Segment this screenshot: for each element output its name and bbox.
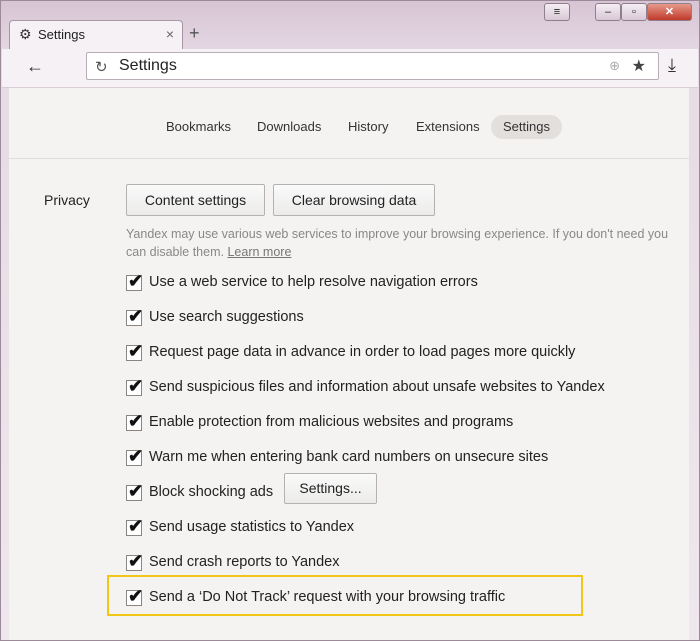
option-label: Request page data in advance in order to… bbox=[149, 344, 576, 360]
new-tab-button[interactable]: + bbox=[189, 23, 200, 44]
toolbar: ← ↻ Settings ⊕ ★ ⤓ bbox=[2, 49, 698, 88]
checkbox[interactable]: ✔ bbox=[126, 271, 143, 291]
option-label: Send crash reports to Yandex bbox=[149, 554, 340, 570]
checkmark-icon: ✔ bbox=[128, 411, 144, 431]
privacy-note-text: Yandex may use various web services to i… bbox=[126, 227, 669, 259]
menu-button[interactable]: ≡ bbox=[544, 3, 570, 21]
clear-browsing-data-button[interactable]: Clear browsing data bbox=[273, 184, 435, 216]
tab-settings[interactable]: ⚙ Settings × bbox=[9, 20, 183, 49]
checkbox[interactable]: ✔ bbox=[126, 516, 143, 536]
download-icon[interactable]: ⤓ bbox=[668, 55, 676, 76]
gear-icon: ⚙ bbox=[19, 26, 32, 42]
checkmark-icon: ✔ bbox=[128, 481, 144, 501]
do-not-track-highlight bbox=[107, 575, 583, 616]
checkmark-icon: ✔ bbox=[128, 551, 144, 571]
globe-icon[interactable]: ⊕ bbox=[609, 58, 620, 74]
checkmark-icon: ✔ bbox=[128, 271, 144, 291]
checkmark-icon: ✔ bbox=[128, 376, 144, 396]
checkbox[interactable]: ✔ bbox=[126, 306, 143, 326]
star-icon[interactable]: ★ bbox=[632, 56, 646, 76]
nav-extensions[interactable]: Extensions bbox=[404, 115, 492, 139]
checkmark-icon: ✔ bbox=[128, 341, 144, 361]
shocking-ads-settings-button[interactable]: Settings... bbox=[284, 473, 377, 504]
minimize-icon: – bbox=[604, 6, 612, 18]
option-label: Block shocking ads bbox=[149, 484, 274, 500]
privacy-note: Yandex may use various web services to i… bbox=[126, 225, 671, 261]
reload-icon[interactable]: ↻ bbox=[95, 58, 108, 76]
checkbox[interactable]: ✔ bbox=[126, 341, 143, 361]
tab-title: Settings bbox=[38, 27, 85, 42]
option-label: Use a web service to help resolve naviga… bbox=[149, 274, 478, 290]
address-bar[interactable]: ↻ Settings ⊕ ★ bbox=[86, 52, 659, 80]
content-settings-button[interactable]: Content settings bbox=[126, 184, 265, 216]
checkmark-icon: ✔ bbox=[128, 446, 144, 466]
close-tab-icon[interactable]: × bbox=[166, 26, 174, 42]
browser-window: ⚙ Settings × + ≡ – ▫ ✕ ← ↻ Settings ⊕ ★ … bbox=[0, 0, 700, 641]
checkbox[interactable]: ✔ bbox=[126, 446, 143, 466]
nav-bookmarks[interactable]: Bookmarks bbox=[154, 115, 243, 139]
close-window-button[interactable]: ✕ bbox=[647, 3, 692, 21]
privacy-label: Privacy bbox=[44, 192, 90, 208]
learn-more-link[interactable]: Learn more bbox=[227, 245, 291, 259]
option-label: Enable protection from malicious website… bbox=[149, 414, 514, 430]
checkmark-icon: ✔ bbox=[128, 516, 144, 536]
restore-button[interactable]: ▫ bbox=[621, 3, 647, 21]
restore-icon: ▫ bbox=[632, 6, 636, 18]
option-label: Send usage statistics to Yandex bbox=[149, 519, 355, 535]
option-label: Use search suggestions bbox=[149, 309, 304, 325]
settings-nav: Bookmarks Downloads History Extensions S… bbox=[9, 88, 689, 159]
nav-settings[interactable]: Settings bbox=[491, 115, 562, 139]
checkbox[interactable]: ✔ bbox=[126, 481, 143, 501]
checkbox[interactable]: ✔ bbox=[126, 411, 143, 431]
checkmark-icon: ✔ bbox=[128, 306, 144, 326]
address-text[interactable]: Settings bbox=[119, 57, 177, 75]
option-label: Warn me when entering bank card numbers … bbox=[149, 449, 549, 465]
nav-downloads[interactable]: Downloads bbox=[245, 115, 333, 139]
menu-icon: ≡ bbox=[553, 6, 561, 18]
checkbox[interactable]: ✔ bbox=[126, 376, 143, 396]
nav-history[interactable]: History bbox=[336, 115, 400, 139]
option-label: Send suspicious files and information ab… bbox=[149, 379, 605, 395]
settings-page: Bookmarks Downloads History Extensions S… bbox=[9, 88, 689, 640]
back-arrow-icon[interactable]: ← bbox=[26, 56, 44, 77]
minimize-button[interactable]: – bbox=[595, 3, 621, 21]
close-icon: ✕ bbox=[664, 6, 675, 18]
checkbox[interactable]: ✔ bbox=[126, 551, 143, 571]
